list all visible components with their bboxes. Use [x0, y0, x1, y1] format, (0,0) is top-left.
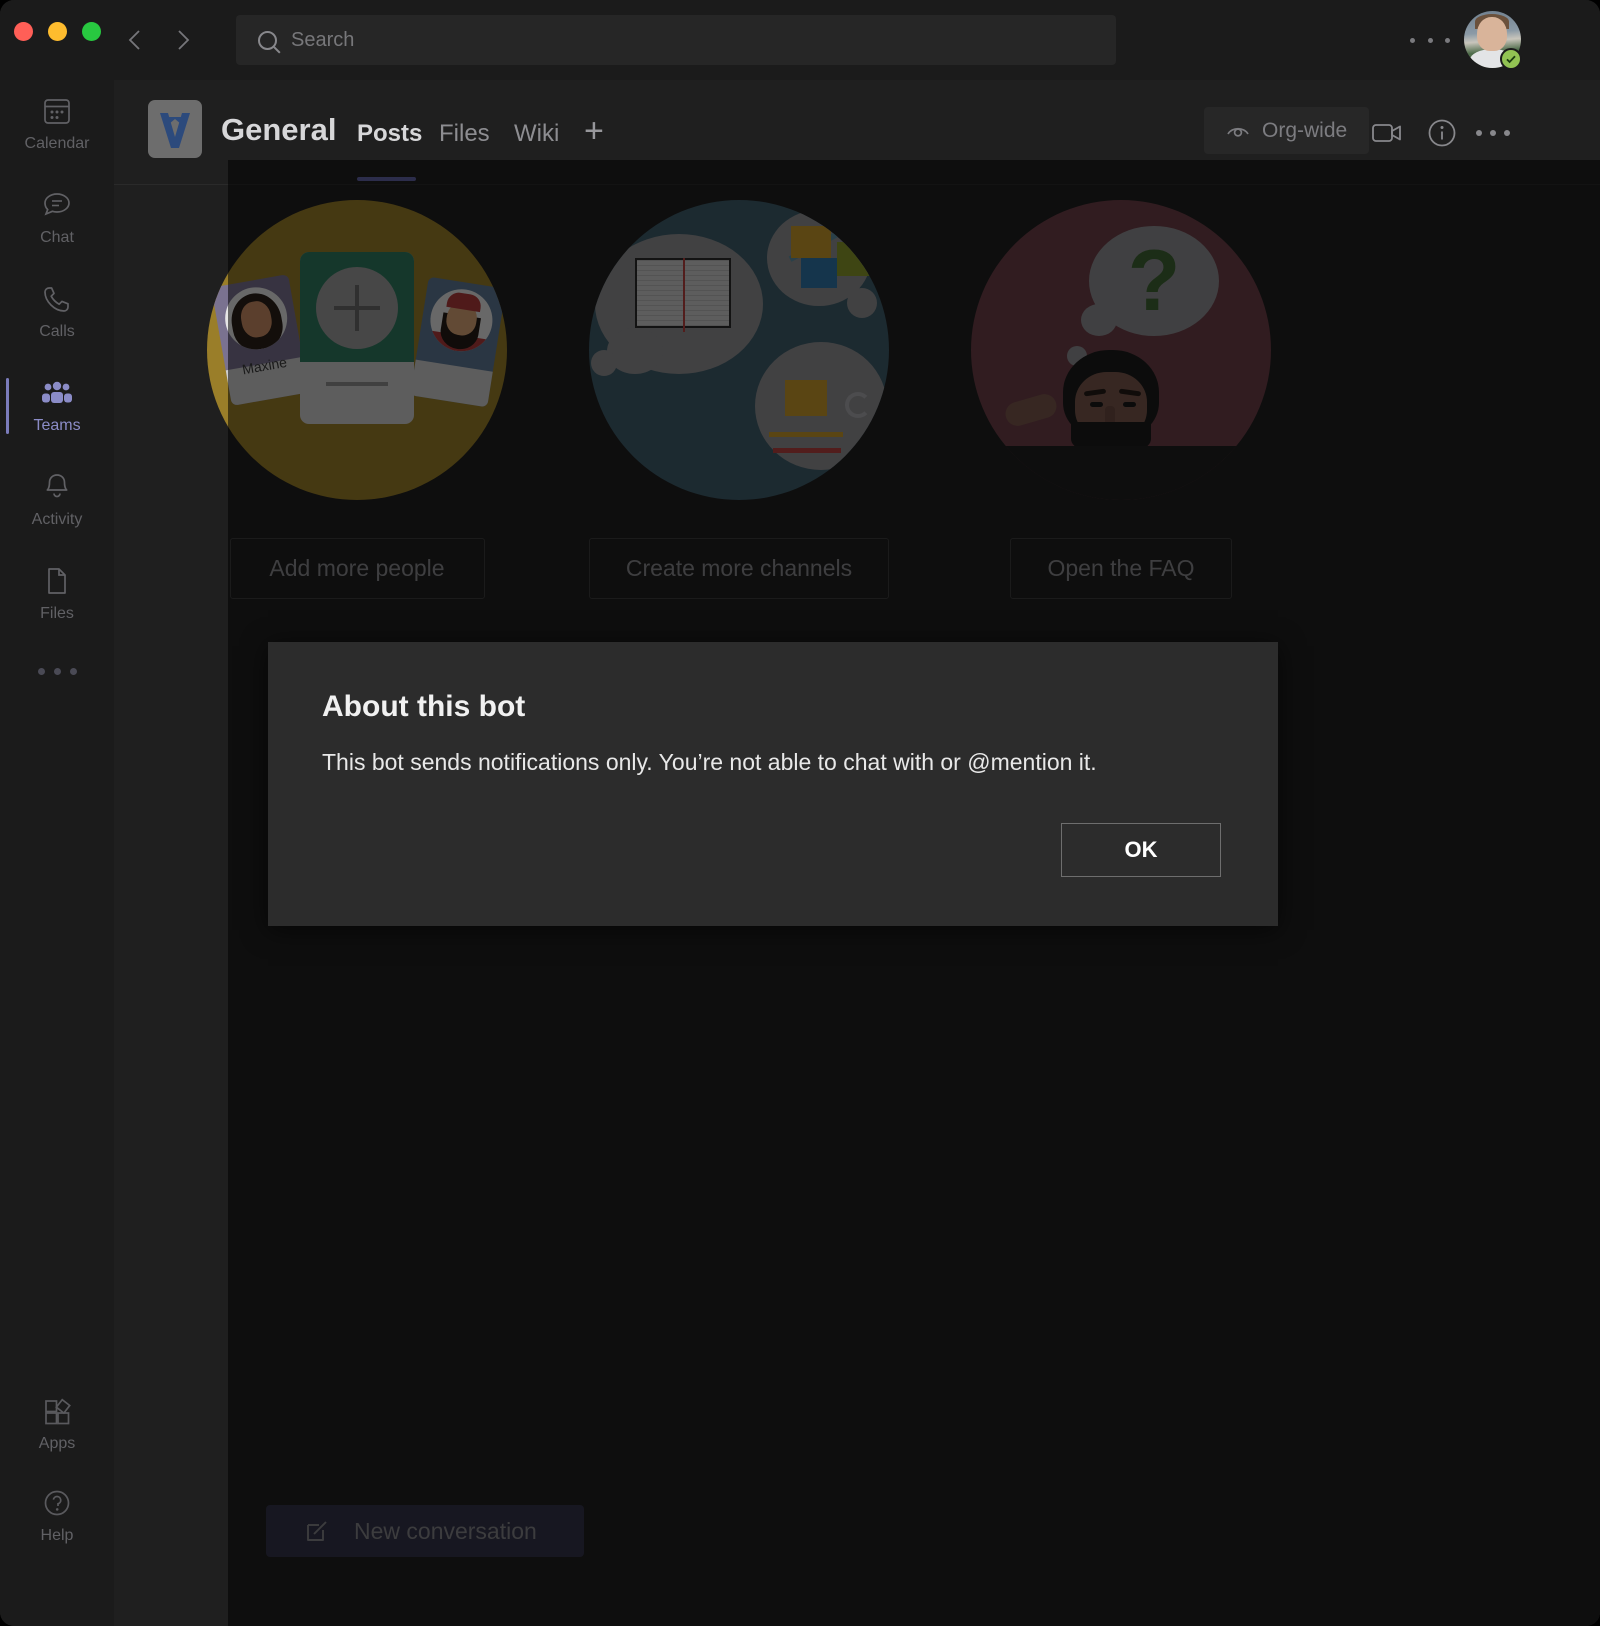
org-wide-label: Org-wide [1262, 118, 1348, 142]
sidebar-item-label: Help [40, 1526, 74, 1544]
search-input[interactable]: Search [236, 15, 1116, 65]
dot [53, 667, 61, 675]
sidebar-item-files[interactable]: Files [0, 550, 114, 636]
sidebar-item-calls[interactable]: Calls [0, 268, 114, 354]
window-close-button[interactable] [14, 22, 33, 41]
dot [37, 667, 45, 675]
tab-posts[interactable]: Posts [357, 120, 422, 148]
avatar-face [1477, 17, 1507, 51]
calls-icon [40, 282, 74, 316]
more-horizontal-icon[interactable] [1476, 113, 1510, 153]
about-this-bot-dialog: About this bot This bot sends notificati… [268, 642, 1278, 926]
ok-button[interactable]: OK [1061, 823, 1221, 877]
add-tab-button[interactable]: + [584, 112, 604, 151]
chevron-right-icon[interactable] [168, 25, 198, 55]
search-icon [258, 30, 277, 50]
sidebar-item-help[interactable]: Help [0, 1472, 114, 1558]
tab-wiki[interactable]: Wiki [514, 120, 559, 148]
video-camera-icon[interactable] [1367, 113, 1407, 153]
sidebar-item-label: Files [40, 604, 74, 622]
sidebar-item-label: Calendar [24, 134, 90, 152]
dot [1504, 130, 1510, 136]
sidebar-item-label: Chat [40, 228, 74, 246]
eye-icon [1226, 123, 1250, 139]
dot [1410, 37, 1415, 43]
dot [1476, 130, 1482, 136]
sidebar-item-apps[interactable]: Apps [0, 1380, 114, 1466]
sidebar-item-label: Activity [31, 510, 83, 528]
search-placeholder: Search [291, 28, 355, 51]
sidebar-item-label: Apps [38, 1434, 76, 1452]
app-rail: Calendar Chat Calls Teams Activity Files… [0, 80, 114, 1626]
org-wide-badge[interactable]: Org-wide [1204, 107, 1370, 154]
bell-icon [40, 470, 74, 504]
dot [1427, 37, 1433, 43]
dot [69, 667, 77, 675]
app-window: Search Calendar Chat Calls Teams Activit… [0, 0, 1600, 1626]
file-icon [40, 564, 74, 598]
tab-files[interactable]: Files [439, 120, 490, 148]
apps-icon [40, 1394, 74, 1428]
sidebar-item-teams[interactable]: Teams [0, 362, 114, 448]
dialog-title: About this bot [322, 690, 526, 723]
status-badge-available [1500, 48, 1522, 70]
sidebar-item-calendar[interactable]: Calendar [0, 80, 114, 166]
sidebar-item-label: Teams [33, 416, 81, 434]
chat-icon [40, 188, 74, 222]
help-icon [40, 1486, 74, 1520]
window-maximize-button[interactable] [82, 22, 101, 41]
sidebar-item-chat[interactable]: Chat [0, 174, 114, 260]
chevron-left-icon[interactable] [120, 25, 150, 55]
info-circle-icon[interactable] [1422, 113, 1462, 153]
sidebar-item-label: Calls [39, 322, 75, 340]
calendar-icon [40, 94, 74, 128]
titlebar-more-button[interactable] [1410, 30, 1450, 50]
page-title: General [221, 112, 337, 147]
sidebar-item-activity[interactable]: Activity [0, 456, 114, 542]
team-check-logo [148, 100, 202, 158]
dot [1445, 37, 1450, 43]
dialog-body: This bot sends notifications only. You’r… [322, 749, 1097, 775]
window-minimize-button[interactable] [48, 22, 67, 41]
dot [1490, 130, 1496, 136]
sidebar-more-button[interactable] [0, 646, 114, 696]
teams-icon [39, 376, 75, 410]
title-bar: Search [0, 0, 1600, 80]
